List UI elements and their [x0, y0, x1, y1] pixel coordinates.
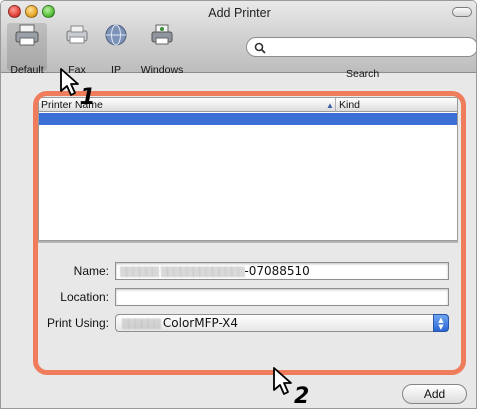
search-input[interactable]	[269, 40, 469, 55]
search-label: Search	[346, 68, 380, 80]
toolbar-toggle-button[interactable]	[452, 7, 472, 17]
window-title: Add Printer	[208, 6, 271, 20]
toolbar-item-default[interactable]: Default	[7, 23, 47, 76]
mouse-pointer-icon	[273, 367, 292, 395]
toolbar: Add Printer Default Fax IP Windows Searc…	[1, 1, 476, 80]
search-field[interactable]	[246, 37, 476, 57]
toolbar-item-windows[interactable]: Windows	[137, 23, 187, 76]
windows-printer-icon	[151, 24, 173, 45]
mouse-pointer-icon	[60, 68, 79, 96]
toolbar-item-label: IP	[111, 64, 121, 76]
add-printer-window: Add Printer Default Fax IP Windows Searc…	[0, 0, 477, 409]
default-printer-icon	[15, 24, 39, 46]
toolbar-item-label: Windows	[140, 64, 184, 76]
add-button[interactable]: Add	[402, 384, 467, 404]
toolbar-item-fax[interactable]: Fax	[59, 23, 95, 76]
highlight-frame	[33, 91, 466, 375]
step-1-callout: 1	[80, 85, 96, 110]
step-2-callout: 2	[294, 384, 310, 409]
ip-globe-icon	[105, 24, 127, 46]
search-icon	[254, 42, 266, 54]
toolbar-item-label: Default	[10, 64, 44, 76]
fax-icon	[66, 25, 88, 44]
toolbar-item-ip[interactable]: IP	[100, 23, 132, 76]
